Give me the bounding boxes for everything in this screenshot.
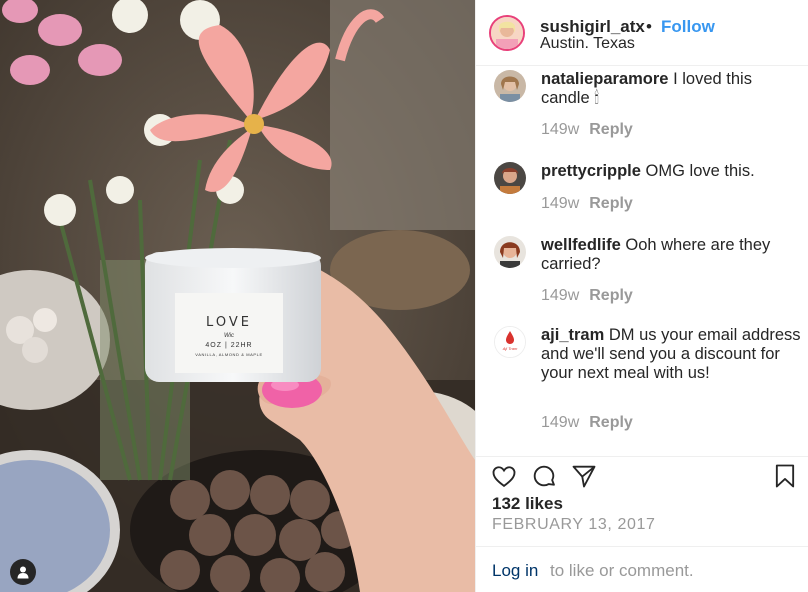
commenter-username[interactable]: aji_tram (541, 326, 604, 344)
reply-button[interactable]: Reply (589, 414, 633, 431)
post-header: sushigirl_atx • Follow Austin. Texas (476, 0, 808, 66)
user-tags-button[interactable] (10, 559, 36, 585)
reply-button[interactable]: Reply (589, 287, 633, 304)
post-photo[interactable]: LOVE Wic 4OZ | 22HR VANILLA, ALMOND & MA… (0, 0, 475, 592)
bookmark-icon (775, 464, 795, 488)
likes-count[interactable]: 132 likes (492, 494, 563, 514)
share-icon (572, 465, 596, 488)
comment-time[interactable]: 149w (541, 414, 579, 431)
author-avatar[interactable] (489, 15, 525, 51)
reply-button[interactable]: Reply (589, 121, 633, 138)
comment-text: prettycripple OMG love this. (541, 162, 801, 181)
avatar-image (494, 236, 526, 268)
comment-icon (533, 465, 555, 487)
avatar-image (494, 162, 526, 194)
comment-meta: 149w Reply (541, 121, 633, 139)
header-separator: • (646, 17, 652, 36)
avatar-image (491, 17, 523, 49)
commenter-username[interactable]: natalieparamore (541, 70, 668, 88)
candle-scent: VANILLA, ALMOND & MAPLE (195, 352, 263, 357)
avatar-image (494, 70, 526, 102)
comment-meta: 149w Reply (541, 195, 633, 213)
comment-time[interactable]: 149w (541, 195, 579, 212)
reply-button[interactable]: Reply (589, 195, 633, 212)
aji-tram-logo-icon (495, 327, 525, 357)
heart-icon (492, 466, 516, 488)
login-prompt-text: to like or comment. (550, 561, 694, 580)
share-button[interactable] (570, 462, 600, 492)
commenter-username[interactable]: wellfedlife (541, 236, 621, 254)
comment-time[interactable]: 149w (541, 287, 579, 304)
commenter-username[interactable]: prettycripple (541, 162, 641, 180)
post-location[interactable]: Austin. Texas (540, 35, 635, 53)
comment-meta: 149w Reply (541, 287, 633, 305)
follow-button[interactable]: Follow (661, 17, 715, 37)
commenter-avatar[interactable] (494, 162, 526, 194)
comment-text: wellfedlife Ooh where are they carried? (541, 236, 801, 274)
commenter-avatar-text: Aji Tram (502, 346, 518, 351)
post-sidebar: sushigirl_atx • Follow Austin. Texas nat… (475, 0, 808, 592)
comment-text: aji_tram DM us your email address and we… (541, 326, 801, 383)
post-date: FEBRUARY 13, 2017 (492, 516, 656, 533)
comment-time[interactable]: 149w (541, 121, 579, 138)
commenter-avatar[interactable]: Aji Tram (494, 326, 526, 358)
save-button[interactable] (771, 462, 801, 492)
candle-signature: Wic (224, 333, 234, 339)
author-username[interactable]: sushigirl_atx (540, 17, 645, 37)
login-link[interactable]: Log in (492, 561, 538, 581)
comment-button[interactable] (530, 462, 560, 492)
like-button[interactable] (490, 462, 520, 492)
comment-body: OMG love this. (645, 162, 755, 180)
comment-text: natalieparamore I loved this candle 🕯 (541, 70, 801, 108)
comment-meta: 149w Reply (541, 414, 633, 432)
commenter-avatar[interactable] (494, 236, 526, 268)
commenter-avatar[interactable] (494, 70, 526, 102)
comment-footer: Log in to like or comment. (476, 546, 808, 592)
post-actions (476, 456, 808, 493)
candle-label: LOVE (206, 315, 252, 330)
candle-size: 4OZ | 22HR (205, 342, 253, 349)
comments-list[interactable]: natalieparamore I loved this candle 🕯 14… (476, 66, 808, 446)
person-icon (17, 566, 29, 579)
